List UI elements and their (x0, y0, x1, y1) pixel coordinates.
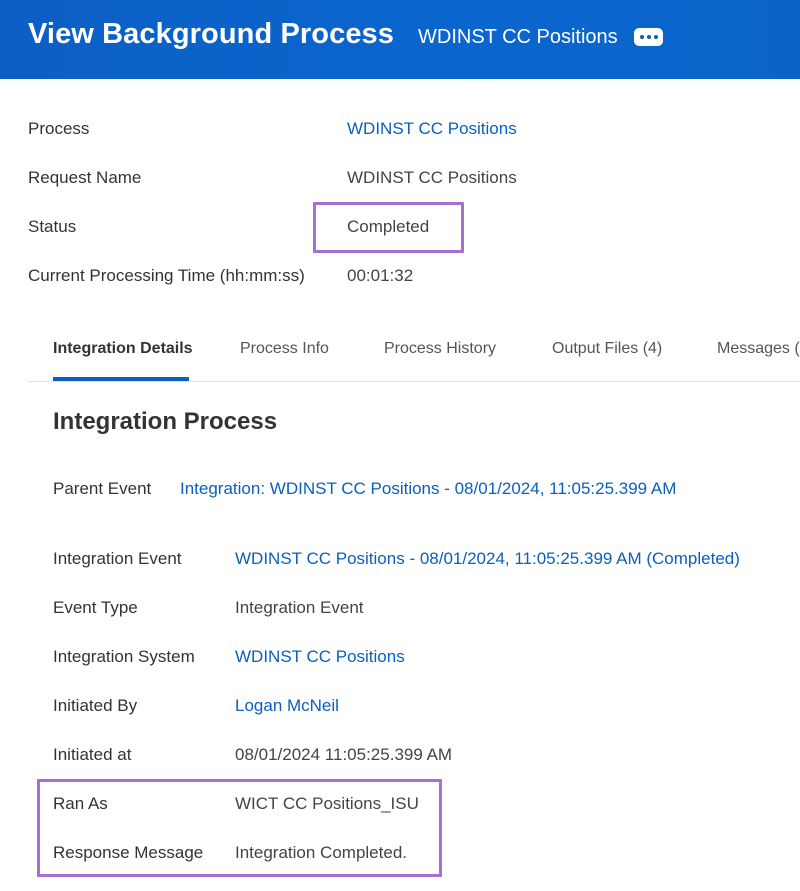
processing-time-value: 00:01:32 (347, 266, 414, 285)
page-subtitle: WDINST CC Positions (418, 26, 618, 48)
ellipsis-icon-dot (653, 35, 658, 39)
related-actions-button[interactable] (634, 28, 663, 46)
request-name-label: Request Name (28, 168, 142, 187)
request-name-value: WDINST CC Positions (347, 168, 517, 187)
event-type-value: Integration Event (235, 598, 364, 617)
integration-event-label: Integration Event (53, 549, 182, 568)
integration-system-link[interactable]: WDINST CC Positions (235, 647, 405, 667)
tabs-divider (28, 381, 800, 382)
ellipsis-icon (639, 35, 644, 39)
initiated-by-label: Initiated By (53, 696, 138, 715)
page-header: View Background Process WDINST CC Positi… (0, 0, 800, 79)
status-highlight-box (313, 202, 464, 253)
parent-event-label: Parent Event (53, 479, 152, 498)
status-label: Status (28, 217, 77, 236)
processing-time-label: Current Processing Time (hh:mm:ss) (28, 266, 305, 285)
initiated-at-value: 08/01/2024 11:05:25.399 AM (235, 745, 453, 764)
process-label: Process (28, 119, 90, 138)
tab-integration-details[interactable]: Integration Details (53, 340, 193, 358)
integration-event-link[interactable]: WDINST CC Positions - 08/01/2024, 11:05:… (235, 549, 740, 569)
page-title: View Background Process (28, 18, 395, 50)
process-link[interactable]: WDINST CC Positions (347, 119, 517, 139)
ellipsis-icon-dot (646, 35, 651, 39)
initiated-by-link[interactable]: Logan McNeil (235, 696, 339, 716)
tab-messages[interactable]: Messages ( (717, 340, 800, 358)
ran-as-response-highlight-box (37, 779, 442, 877)
tab-process-history[interactable]: Process History (384, 340, 496, 358)
tab-output-files[interactable]: Output Files (4) (552, 340, 662, 358)
tab-process-info[interactable]: Process Info (240, 340, 329, 358)
event-type-label: Event Type (53, 598, 138, 617)
parent-event-link[interactable]: Integration: WDINST CC Positions - 08/01… (180, 479, 676, 499)
initiated-at-label: Initiated at (53, 745, 132, 764)
integration-system-label: Integration System (53, 647, 195, 666)
section-title: Integration Process (53, 408, 278, 435)
